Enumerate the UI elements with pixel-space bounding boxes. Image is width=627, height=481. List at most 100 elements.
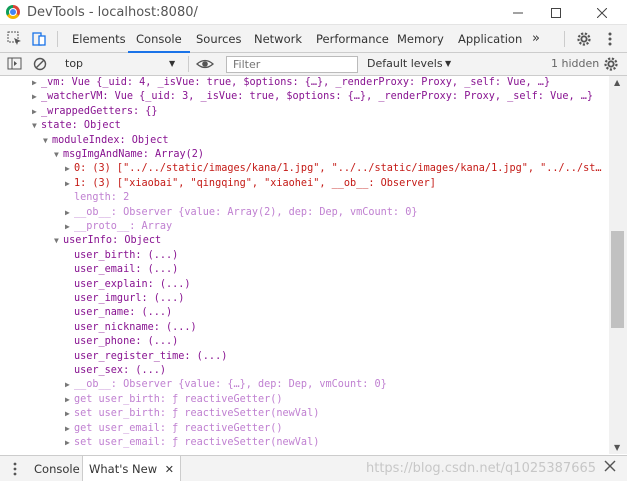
tab-network[interactable]: Network [246,25,310,53]
console-line-text: user_name: (...) [74,307,173,319]
tab-application[interactable]: Application [450,25,530,53]
console-line-text: __ob__: Observer {value: {…}, dep: Dep, … [74,379,387,391]
scroll-down-arrow-icon[interactable]: ▼ [614,443,620,452]
console-tree-row[interactable]: user_register_time: (...) [74,350,227,364]
filter-input[interactable] [226,56,358,73]
console-line-text: _vm: Vue {_uid: 4, _isVue: true, $option… [41,77,551,88]
log-levels-label: Default levels [367,57,443,70]
expand-arrow-icon[interactable]: ▶ [65,393,74,407]
console-settings-gear-icon[interactable] [602,55,620,73]
chevron-down-icon: ▼ [169,59,176,68]
console-line-text: set user_birth: ƒ reactiveSetter(newVal) [74,408,320,420]
console-tree-row[interactable]: ▼ msgImgAndName: Array(2) [54,148,204,162]
tab-elements[interactable]: Elements [64,25,134,53]
console-tree-row: length: 2 [74,191,129,205]
console-tree-row[interactable]: ▶ _watcherVM: Vue {_uid: 3, _isVue: true,… [32,90,593,104]
expand-arrow-icon[interactable]: ▶ [65,220,74,234]
expand-arrow-icon[interactable]: ▶ [65,436,74,450]
sidebar-toggle-icon[interactable] [6,55,24,73]
close-drawer-icon[interactable] [604,460,622,478]
more-tabs-button[interactable]: » [524,25,548,53]
console-tree-row[interactable]: user_name: (...) [74,306,172,320]
maximize-icon[interactable] [534,0,578,25]
context-selector[interactable]: top ▼ [59,55,183,73]
tab-performance[interactable]: Performance [308,25,397,53]
collapse-arrow-icon[interactable]: ▼ [32,119,41,133]
settings-gear-icon[interactable] [575,30,593,48]
drawer-tab-whats-new[interactable]: What's New ✕ [82,456,181,481]
console-tree-row[interactable]: ▶ __proto__: Array [65,220,172,234]
inspect-element-icon[interactable] [6,30,24,48]
console-line-text: state: Object [41,120,121,132]
drawer-tabbar: Console What's New ✕ https://blog.csdn.n… [0,455,627,481]
expand-arrow-icon[interactable]: ▶ [32,105,41,119]
expand-arrow-icon[interactable]: ▶ [65,206,74,220]
console-line-text: user_birth: (...) [74,249,179,261]
drawer-menu-icon[interactable] [6,460,24,478]
log-levels-dropdown[interactable]: Default levels ▼ [367,55,457,73]
console-tree-row[interactable]: user_sex: (...) [74,364,166,378]
console-output: ▶ _vm: Vue {_uid: 4, _isVue: true, $optio… [0,76,609,454]
chrome-logo-icon [6,5,20,19]
tab-memory[interactable]: Memory [389,25,452,53]
console-tree-row[interactable]: user_imgurl: (...) [74,292,184,306]
console-tree-row[interactable]: ▶ 0: (3) ["../../static/images/kana/1.jpg… [65,162,601,176]
expand-arrow-icon[interactable]: ▶ [32,76,41,90]
expand-arrow-icon[interactable]: ▶ [65,422,74,436]
close-tab-icon[interactable]: ✕ [165,463,174,476]
hidden-messages-count: 1 hidden [551,57,600,70]
live-expression-eye-icon[interactable] [196,55,214,73]
console-tree-row[interactable]: ▼ userInfo: Object [54,234,161,248]
console-line-text: length: 2 [74,192,130,204]
expand-arrow-icon[interactable]: ▶ [65,162,74,176]
scrollbar-thumb[interactable] [611,231,624,328]
console-tree-row[interactable]: ▶ _wrappedGetters: {} [32,105,158,119]
expand-arrow-icon[interactable]: ▶ [32,90,41,104]
console-tree-row[interactable]: user_phone: (...) [74,335,178,349]
close-icon[interactable] [580,0,624,25]
console-line-text: user_register_time: (...) [74,350,228,362]
drawer-tab-console[interactable]: Console [28,456,86,481]
console-tree-row[interactable]: ▶ get user_birth: ƒ reactiveGetter() [65,393,283,407]
collapse-arrow-icon[interactable]: ▼ [43,134,52,148]
expand-arrow-icon[interactable]: ▶ [65,177,74,191]
toolbar-divider [57,31,58,47]
console-scrollbar[interactable]: ▲ ▼ [609,76,627,454]
collapse-arrow-icon[interactable]: ▼ [54,234,63,248]
console-line-text: user_phone: (...) [74,336,179,348]
toolbar-divider [564,31,565,47]
console-tree-row[interactable]: ▶ _vm: Vue {_uid: 4, _isVue: true, $optio… [32,76,550,90]
collapse-arrow-icon[interactable]: ▼ [54,148,63,162]
context-selector-label: top [65,57,84,70]
more-menu-icon[interactable] [601,30,619,48]
console-line-text: moduleIndex: Object [52,134,169,146]
console-tree-row[interactable]: user_email: (...) [74,263,178,277]
console-tree-row[interactable]: ▶ __ob__: Observer {value: {…}, dep: Dep,… [65,378,387,392]
console-line-text: 1: (3) ["xiaobai", "qingqing", "xiaohei"… [74,177,436,189]
console-tree-row[interactable]: ▼ moduleIndex: Object [43,134,169,148]
tab-console[interactable]: Console [128,25,190,53]
console-tree-row[interactable]: user_nickname: (...) [74,321,197,335]
scroll-up-arrow-icon[interactable]: ▲ [614,78,620,87]
console-line-text: user_imgurl: (...) [74,293,185,304]
console-tree-row[interactable]: user_birth: (...) [74,249,178,263]
clear-console-icon[interactable] [31,55,49,73]
console-tree-row[interactable]: ▶ set user_email: ƒ reactiveSetter(newVal… [65,436,319,450]
expand-arrow-icon[interactable]: ▶ [65,378,74,392]
console-line-text: __ob__: Observer {value: Array(2), dep: … [74,206,418,218]
console-line-text: user_nickname: (...) [74,321,197,333]
console-tree-row[interactable]: ▶ set user_birth: ƒ reactiveSetter(newVal… [65,407,319,421]
console-line-text: get user_email: ƒ reactiveGetter() [74,422,283,434]
console-tree-row[interactable]: user_explain: (...) [74,278,191,292]
console-tree-row[interactable]: ▶ get user_email: ƒ reactiveGetter() [65,422,283,436]
console-tree-row[interactable]: ▶ 1: (3) ["xiaobai", "qingqing", "xiaohei… [65,177,436,191]
device-toolbar-icon[interactable] [30,30,48,48]
window-titlebar: DevTools - localhost:8080/ [0,0,627,25]
console-tree-row[interactable]: ▶ __ob__: Observer {value: Array(2), dep:… [65,206,417,220]
tab-sources[interactable]: Sources [188,25,250,53]
console-tree-row[interactable]: ▼ state: Object [32,119,121,133]
chevron-down-icon: ▼ [445,59,452,68]
console-toolbar: top ▼ Default levels ▼ 1 hidden [0,53,627,76]
expand-arrow-icon[interactable]: ▶ [65,407,74,421]
toolbar-divider [188,56,189,72]
